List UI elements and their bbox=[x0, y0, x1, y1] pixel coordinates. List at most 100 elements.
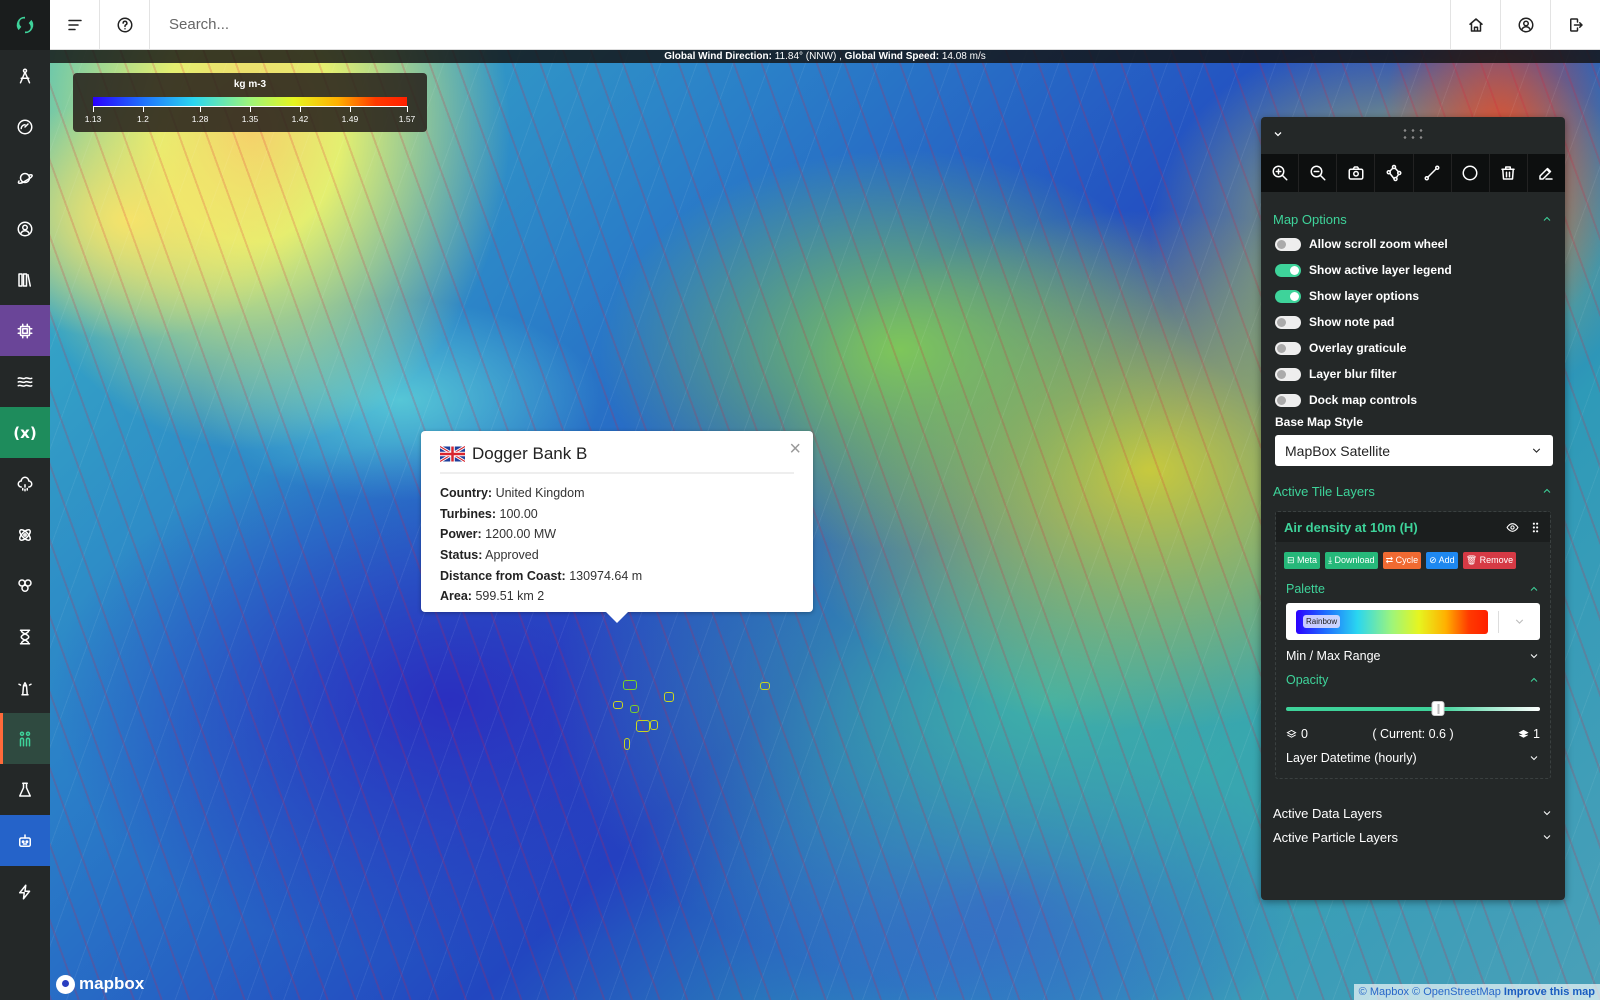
polygon-tool-button[interactable] bbox=[1375, 154, 1414, 192]
zoom-out-tool-button[interactable] bbox=[1299, 154, 1338, 192]
edit-tool-button[interactable] bbox=[1528, 154, 1565, 192]
wind-farm-polygon[interactable] bbox=[613, 701, 623, 709]
opacity-slider-track[interactable] bbox=[1286, 707, 1540, 711]
sidebar-item-cpu[interactable] bbox=[0, 305, 50, 356]
cycle-button[interactable]: ⇄ Cycle bbox=[1382, 552, 1422, 569]
map-options-header[interactable]: Map Options bbox=[1273, 207, 1553, 231]
sidebar-item-compass-drafting[interactable] bbox=[0, 50, 50, 101]
sidebar-item-robot[interactable] bbox=[0, 815, 50, 866]
layers-filled-icon bbox=[1518, 729, 1529, 738]
drag-dots-icon[interactable] bbox=[1529, 521, 1542, 534]
sidebar-item-variable[interactable]: (x) bbox=[0, 407, 50, 458]
wind-farm-polygon[interactable] bbox=[664, 692, 674, 702]
map-attribution: © Mapbox © OpenStreetMap Improve this ma… bbox=[1353, 984, 1600, 1000]
sidebar-item-library[interactable] bbox=[0, 254, 50, 305]
zoom-in-tool-button[interactable] bbox=[1261, 154, 1300, 192]
option-label: Layer blur filter bbox=[1309, 367, 1397, 381]
sidebar-item-circles[interactable] bbox=[0, 560, 50, 611]
app-logo[interactable] bbox=[0, 0, 50, 50]
eye-icon[interactable] bbox=[1506, 521, 1519, 534]
option-toggle[interactable] bbox=[1275, 393, 1301, 407]
opacity-slider[interactable] bbox=[1286, 696, 1540, 722]
search-input[interactable] bbox=[169, 16, 1450, 33]
legend-tick-label: 1.13 bbox=[84, 114, 102, 124]
osm-attribution-link[interactable]: © OpenStreetMap bbox=[1412, 986, 1501, 998]
home-icon bbox=[1468, 18, 1483, 32]
chevron-up-icon bbox=[1543, 216, 1551, 221]
remove-button[interactable]: 🗑 Remove bbox=[1462, 552, 1517, 569]
sidebar-item-cloud-rain[interactable] bbox=[0, 458, 50, 509]
opacity-header[interactable]: Opacity bbox=[1286, 668, 1540, 692]
line-tool-button[interactable] bbox=[1414, 154, 1452, 192]
layer-datetime-header[interactable]: Layer Datetime (hourly) bbox=[1286, 746, 1540, 770]
wind-farm-polygon[interactable] bbox=[623, 680, 637, 690]
popup-row-value: 130974.64 m bbox=[569, 568, 643, 583]
sidebar-item-user-circle[interactable] bbox=[0, 203, 50, 254]
layers-outline-icon bbox=[1286, 729, 1297, 738]
popup-row-value: 1200.00 MW bbox=[485, 527, 557, 542]
wind-farm-polygon[interactable] bbox=[624, 738, 630, 750]
option-toggle[interactable] bbox=[1275, 263, 1301, 277]
profile-button[interactable] bbox=[1500, 0, 1550, 50]
sidebar-item-planet[interactable] bbox=[0, 152, 50, 203]
lighthouse-icon bbox=[18, 681, 32, 695]
wind-farm-polygon[interactable] bbox=[650, 720, 658, 730]
sidebar-item-bolt[interactable] bbox=[0, 866, 50, 917]
popup-row-label: Area: bbox=[440, 589, 472, 604]
palette-header[interactable]: Palette bbox=[1286, 577, 1540, 601]
logout-icon bbox=[1569, 18, 1583, 32]
robot-icon bbox=[19, 833, 31, 847]
mapbox-logo[interactable]: mapbox bbox=[56, 974, 144, 994]
map-options-title: Map Options bbox=[1273, 211, 1347, 227]
people-icon bbox=[19, 731, 31, 746]
cloud-rain-icon bbox=[17, 476, 33, 491]
trash-tool-button[interactable] bbox=[1490, 154, 1528, 192]
base-map-select[interactable]: MapBox Satellite bbox=[1275, 435, 1553, 466]
chevron-down-icon bbox=[1532, 448, 1541, 453]
improve-map-link[interactable]: Improve this map bbox=[1504, 986, 1595, 998]
mapbox-logo-text: mapbox bbox=[79, 974, 145, 993]
popup-row-label: Turbines: bbox=[440, 506, 497, 521]
download-button[interactable]: ⤓ Download bbox=[1325, 552, 1378, 569]
sidebar-item-atom[interactable] bbox=[0, 509, 50, 560]
add-button[interactable]: ⊘ Add bbox=[1426, 552, 1458, 569]
popup-title: Dogger Bank B bbox=[472, 444, 588, 463]
circle-tool-button[interactable] bbox=[1452, 154, 1490, 192]
wind-farm-polygon[interactable] bbox=[760, 682, 770, 690]
popup-row: Country: United Kingdom bbox=[440, 483, 794, 504]
option-toggle[interactable] bbox=[1275, 367, 1301, 381]
palette-select[interactable]: Rainbow bbox=[1286, 603, 1540, 640]
option-toggle[interactable] bbox=[1275, 315, 1301, 329]
library-icon bbox=[18, 272, 31, 287]
sidebar-item-people[interactable] bbox=[0, 713, 50, 764]
wind-farm-polygon[interactable] bbox=[630, 705, 639, 713]
active-particle-layers-header[interactable]: Active Particle Layers bbox=[1273, 825, 1553, 849]
home-button[interactable] bbox=[1450, 0, 1500, 50]
sidebar-item-flask[interactable] bbox=[0, 764, 50, 815]
popup-row: Distance from Coast: 130974.64 m bbox=[440, 566, 794, 587]
collapse-chevron-icon[interactable] bbox=[1272, 128, 1284, 140]
chevron-down-icon bbox=[1543, 835, 1551, 840]
menu-button[interactable] bbox=[50, 0, 100, 50]
option-toggle[interactable] bbox=[1275, 237, 1301, 251]
sidebar-item-hourglass[interactable] bbox=[0, 611, 50, 662]
popup-close-button[interactable]: × bbox=[789, 439, 801, 459]
minmax-range-header[interactable]: Min / Max Range bbox=[1286, 644, 1540, 668]
drag-handle[interactable] bbox=[1401, 127, 1423, 141]
logout-button[interactable] bbox=[1550, 0, 1600, 50]
camera-tool-button[interactable] bbox=[1337, 154, 1376, 192]
panel-header bbox=[1261, 117, 1565, 154]
wind-farm-polygon[interactable] bbox=[636, 720, 650, 732]
sidebar-item-gauge[interactable] bbox=[0, 101, 50, 152]
option-toggle[interactable] bbox=[1275, 341, 1301, 355]
active-data-layers-header[interactable]: Active Data Layers bbox=[1273, 801, 1553, 825]
meta-button[interactable]: ⊟ Meta bbox=[1284, 552, 1321, 569]
opacity-slider-thumb[interactable] bbox=[1431, 701, 1445, 716]
mapbox-attribution-link[interactable]: © Mapbox bbox=[1359, 986, 1409, 998]
help-button[interactable] bbox=[100, 0, 150, 50]
option-toggle[interactable] bbox=[1275, 289, 1301, 303]
active-tile-layers-header[interactable]: Active Tile Layers bbox=[1273, 479, 1553, 503]
sidebar-item-waves[interactable] bbox=[0, 356, 50, 407]
sidebar-item-lighthouse[interactable] bbox=[0, 662, 50, 713]
hourglass-icon bbox=[19, 629, 31, 644]
